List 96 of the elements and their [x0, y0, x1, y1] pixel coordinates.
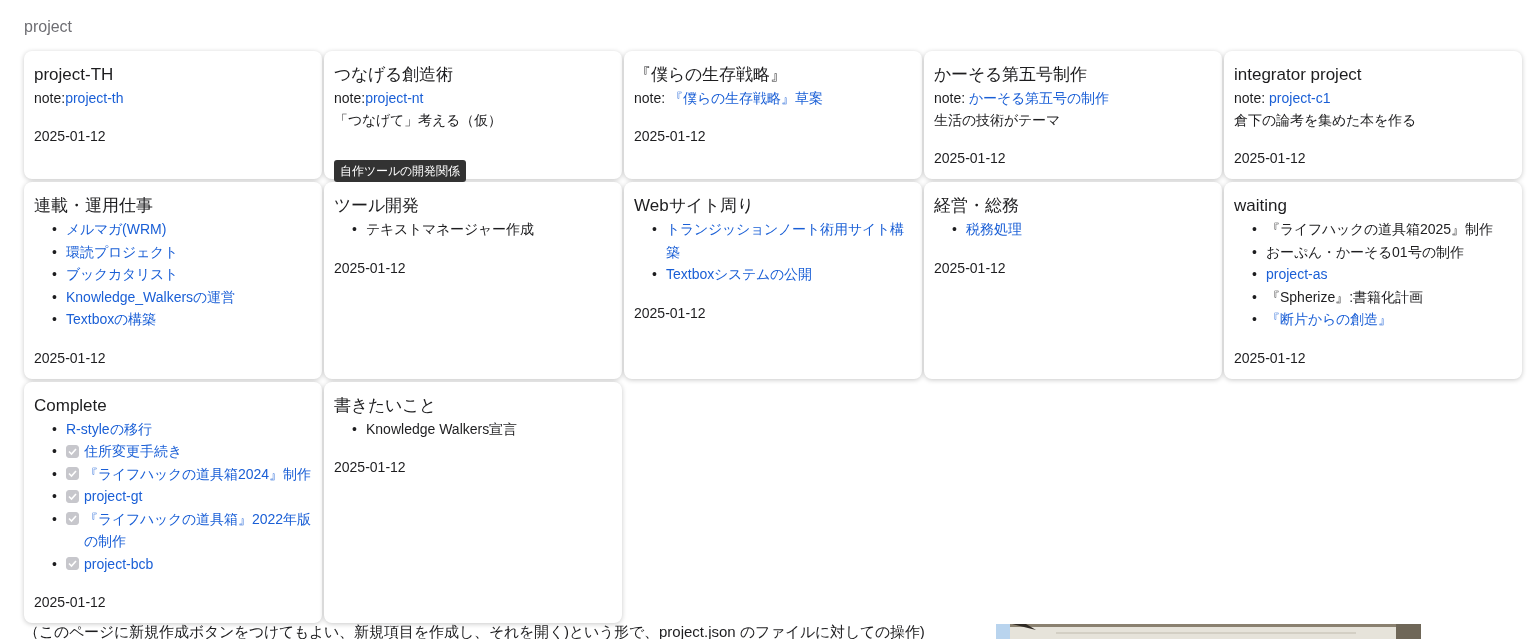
list-link[interactable]: Textboxの構築 [66, 308, 312, 331]
list-text: 『Spherize』:書籍化計画 [1266, 287, 1424, 307]
checkbox[interactable] [66, 489, 79, 503]
bullet: • [52, 442, 58, 461]
list-link[interactable]: project-bcb [84, 552, 312, 575]
card-title: Complete [34, 394, 108, 417]
bullet: • [1252, 265, 1258, 284]
checkbox[interactable] [66, 444, 79, 458]
project-card[interactable]: Webサイト周り • トランジッションノート術用サイト構築 • Textboxシステムの公開 2025-01-12 [624, 182, 922, 379]
card-title: 書きたいこと [334, 394, 437, 417]
list-link[interactable]: project-gt [84, 485, 312, 508]
note-line: note: かーそる第五号の制作 [934, 89, 1111, 108]
card-description: 倉下の論考を集めた本を作る [1234, 111, 1417, 130]
card-date: 2025-01-12 [1234, 348, 1307, 368]
list-link[interactable]: 税務処理 [966, 218, 1212, 241]
card-description: 生活の技術がテーマ [934, 111, 1061, 130]
card-date: 2025-01-12 [934, 149, 1007, 168]
card-date: 2025-01-12 [34, 127, 107, 146]
bullet: • [1252, 310, 1258, 329]
project-card[interactable]: project-TH note:project-th 2025-01-12 [24, 51, 322, 179]
card-title: 連載・運用仕事 [34, 195, 154, 217]
card-date: 2025-01-12 [334, 258, 407, 278]
card-title: 『僕らの生存戦略』 [634, 64, 788, 86]
list-text: Knowledge Walkers宣言 [366, 419, 518, 439]
bullet: • [52, 220, 58, 239]
note-line: note: 『僕らの生存戦略』草案 [634, 89, 825, 108]
card-title: Webサイト周り [634, 195, 755, 217]
checkbox[interactable] [66, 467, 79, 480]
card-date: 2025-01-12 [34, 593, 107, 612]
bullet: • [52, 242, 58, 262]
bullet: • [52, 287, 58, 307]
card-title: つなげる創造術 [334, 64, 454, 86]
bullet: • [52, 265, 58, 284]
card-date: 2025-01-12 [34, 348, 107, 368]
project-card[interactable]: 書きたいこと • Knowledge Walkers宣言 2025-01-12 [324, 381, 622, 623]
list-text: おーぷん・かーそる01号の制作 [1266, 242, 1464, 262]
bullet: • [52, 509, 58, 529]
bullet: • [1252, 287, 1258, 307]
card-title: かーそる第五号制作 [934, 64, 1088, 86]
list-text: テキストマネージャー作成 [366, 220, 534, 239]
checkbox[interactable] [66, 557, 79, 570]
bullet: • [352, 220, 358, 239]
list-link[interactable]: 『ライフハックの道具箱2024』制作 [84, 462, 312, 485]
note-line: note:project-th [34, 89, 125, 108]
card-title: ツール開発 [334, 195, 420, 217]
bullet: • [52, 419, 58, 439]
list-link[interactable]: メルマガ(WRM) [66, 218, 312, 241]
list-link[interactable]: R-styleの移行 [66, 417, 312, 440]
note-line: note:project-nt [334, 89, 425, 108]
list-link[interactable]: 『断片からの創造』 [1266, 308, 1512, 331]
list-link[interactable]: トランジッションノート術用サイト構築 [666, 218, 912, 263]
card-title: 経営・総務 [934, 195, 1020, 217]
note-line: note: project-c1 [1234, 89, 1332, 108]
card-date: 2025-01-12 [634, 303, 707, 323]
page-title: project [24, 18, 74, 36]
tooltip: 自作ツールの開発関係 [334, 160, 466, 182]
project-card[interactable]: Complete • R-styleの移行 • 住所変更手続き • 『ライフハックの道具箱2024』制作 • project-gt • 『ライフハックの道具箱』2022年版の制作 • project-bcb 2025-01-12 [24, 381, 322, 623]
project-card[interactable]: integrator project note: project-c1 倉下の論考を集めた本を作る 2025-01-12 [1224, 51, 1522, 179]
card-description: 「つなげて」考える（仮） [334, 111, 503, 130]
project-card[interactable]: waiting • 『ライフハックの道具箱2025』制作 • おーぷん・かーそる01号の制作 • project-as • 『Spherize』:書籍化計画 • 『断片からの創造』 2025-01-12 [1224, 182, 1522, 379]
card-title: integrator project [1234, 64, 1363, 86]
project-card[interactable]: ツール開発 • テキストマネージャー作成 2025-01-12 [324, 182, 622, 379]
list-link[interactable]: 環読プロジェクト [66, 240, 312, 263]
bullet: • [352, 419, 358, 439]
card-date: 2025-01-12 [634, 127, 707, 146]
note-link[interactable]: project-nt [365, 90, 424, 106]
list-link[interactable]: 住所変更手続き [84, 440, 312, 463]
note-link[interactable]: project-c1 [1269, 90, 1331, 106]
project-card[interactable]: かーそる第五号制作 note: かーそる第五号の制作 生活の技術がテーマ 2025-01-12 [924, 51, 1222, 179]
bullet: • [652, 265, 658, 284]
bullet: • [952, 220, 958, 239]
project-card[interactable]: 連載・運用仕事 • メルマガ(WRM) • 環読プロジェクト • ブックカタリスト • Knowledge_Walkersの運営 • Textboxの構築 2025-01-12 [24, 182, 322, 379]
card-date: 2025-01-12 [1234, 149, 1307, 168]
checkbox[interactable] [66, 512, 79, 525]
card-date: 2025-01-12 [334, 458, 407, 477]
project-card[interactable]: つなげる創造術 note:project-nt 「つなげて」考える（仮） 自作ツールの開発関係 [324, 51, 622, 179]
project-card[interactable]: 『僕らの生存戦略』 note: 『僕らの生存戦略』草案 2025-01-12 [624, 51, 922, 179]
list-link[interactable]: ブックカタリスト [66, 263, 312, 286]
bullet: • [1252, 242, 1258, 262]
note-link[interactable]: かーそる第五号の制作 [969, 90, 1110, 106]
project-card[interactable]: 経営・総務 • 税務処理 2025-01-12 [924, 182, 1222, 379]
list-link[interactable]: Knowledge_Walkersの運営 [66, 285, 312, 308]
bullet: • [1252, 220, 1258, 239]
bullet: • [652, 220, 658, 239]
list-link[interactable]: project-as [1266, 263, 1512, 286]
card-title: waiting [1234, 195, 1288, 217]
list-link[interactable]: Textboxシステムの公開 [666, 263, 912, 286]
card-title: project-TH [34, 64, 115, 86]
card-date: 2025-01-12 [934, 258, 1007, 278]
bullet: • [52, 464, 58, 484]
bullet: • [52, 310, 58, 329]
bullet: • [52, 554, 58, 574]
list-text: 『ライフハックの道具箱2025』制作 [1266, 220, 1494, 239]
bullet: • [52, 487, 58, 506]
note-link[interactable]: project-th [65, 90, 124, 106]
note-link[interactable]: 『僕らの生存戦略』草案 [669, 90, 824, 106]
